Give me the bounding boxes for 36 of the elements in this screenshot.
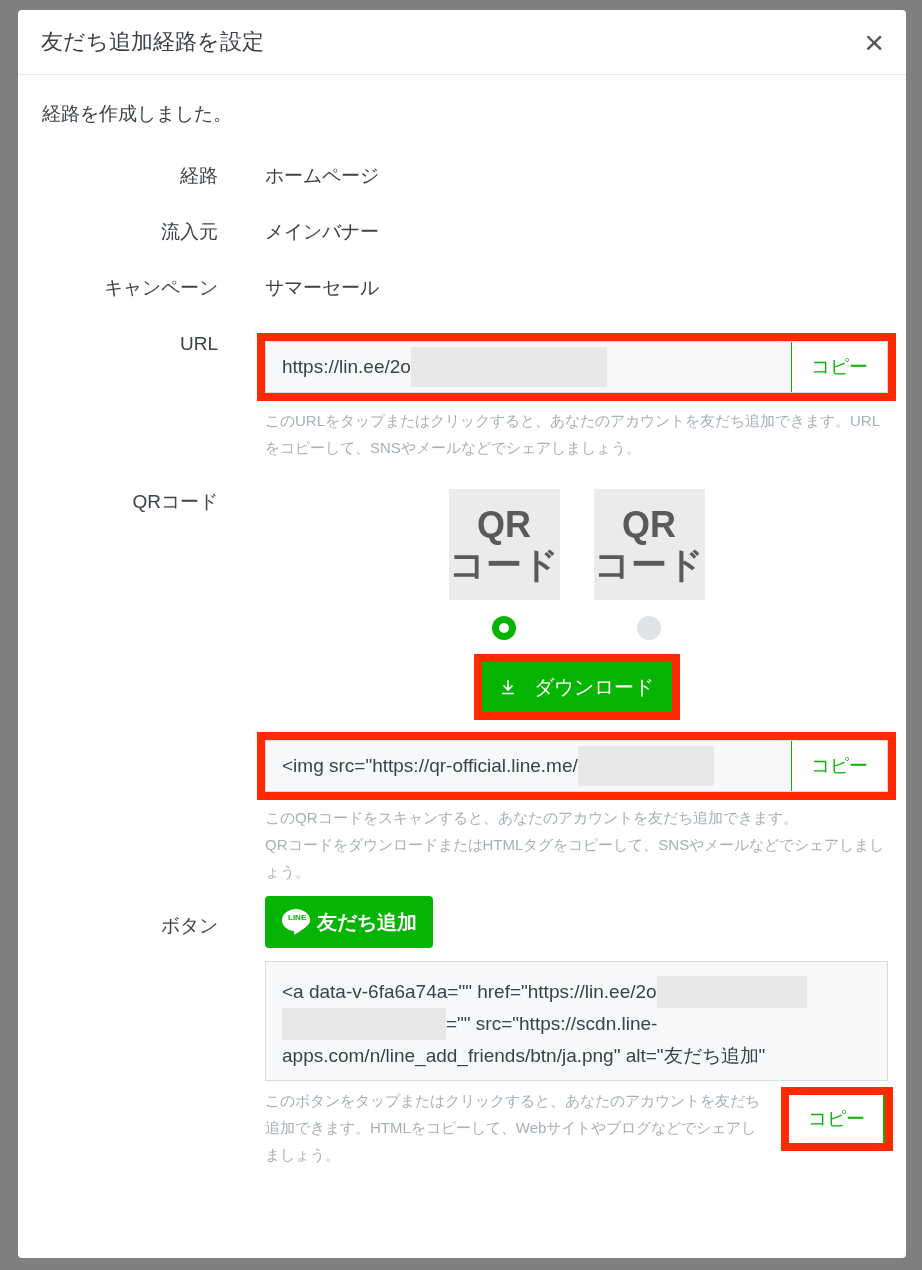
copy-button[interactable]: コピー [791,741,887,791]
field-label: URL [179,332,218,356]
text-field[interactable]: https://lin.ee/2o コピー [265,341,888,393]
qr-label: コード [594,544,704,585]
field-label: 経路 [179,164,218,188]
help-text: このURLをタップまたはクリックすると、あなたのアカウントを友だち追加できます。URLをコピーして、SNSやメールなどでシェアしましょう。 [265,411,881,458]
field-label: ボタン [160,914,218,938]
qr-label: QR [622,504,676,545]
code-text-area[interactable]: <a data-v-6fa6a74a="" href="https://lin.ee/2o ="" src="https://scdn.line- apps.com/n/line_add_friends/btn/ja.png" alt="友だち追加" [265,961,888,1081]
close-button[interactable]: × [860,25,888,59]
field-value: サマーセール [265,276,380,300]
field-label: QRコード [131,490,218,514]
field-value: メインバナー [265,220,380,244]
field-value: ホームページ [265,164,380,188]
field-label: 流入元 [160,220,218,244]
download-button[interactable]: ダウンロード [481,662,672,712]
add-friend-button[interactable]: LINE 友だち追加 [265,896,433,948]
radio-button[interactable] [492,616,516,640]
field-label: キャンペーン [103,276,218,300]
text-field[interactable]: <img src="https://qr-official.line.me/ コピー [265,740,888,792]
code-text: ="" src="https://scdn.line- [446,1012,658,1036]
qr-label: QR [477,504,531,545]
radio-button[interactable] [637,616,661,640]
help-text: このボタンをタップまたはクリックすると、あなたのアカウントを友だち追加できます。HTMLをコピーして、Webサイトやブログなどでシェアしましょう。 [265,1091,761,1165]
field-value: <img src="https://qr-official.line.me/ [282,755,578,777]
copy-button[interactable]: コピー [791,342,887,392]
help-text: QRコードをダウンロードまたはHTMLタグをコピーして、SNSやメールなどでシェアしましょう。 [265,835,886,882]
help-text: このQRコードをスキャンすると、あなたのアカウントを友だち追加できます。 [265,808,799,828]
download-icon [499,679,516,695]
code-text: apps.com/n/line_add_friends/btn/ja.png" alt="友だち追加" [282,1044,766,1069]
qr-label: コード [449,544,559,585]
speech-bubble-icon [281,908,311,936]
field-value: https://lin.ee/2o [282,356,411,378]
dialog-title: 友だち追加経路を設定 [41,28,264,56]
status-message: 経路を作成しました。 [42,102,233,126]
code-text: <a data-v-6fa6a74a="" href="https://lin.ee/2o [282,980,657,1004]
